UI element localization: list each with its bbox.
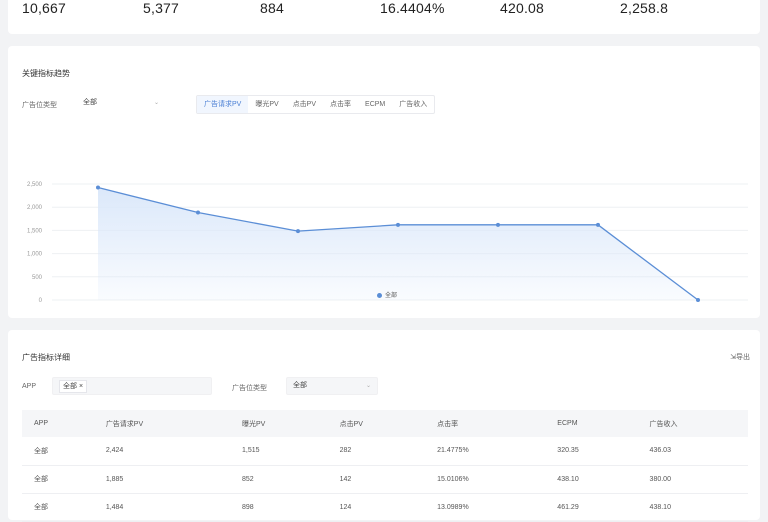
stat-value: 10,667 <box>22 0 67 16</box>
data-point[interactable] <box>196 210 200 215</box>
table-cell: 1,885 <box>93 465 231 494</box>
table-cell: 124 <box>327 493 426 522</box>
y-tick-label: 500 <box>32 275 43 281</box>
ad-type-label-2: 广告位类型 <box>232 385 267 392</box>
table-cell: 1,515 <box>230 437 328 466</box>
export-button[interactable]: ⇲导出 <box>730 352 750 362</box>
detail-title: 广告指标详细 <box>22 353 70 362</box>
table-cell: 全部 <box>22 493 94 522</box>
tab-metric[interactable]: 广告请求PV <box>197 96 249 113</box>
tab-metric[interactable]: ECPM <box>358 96 392 113</box>
table-cell: 全部 <box>22 437 94 466</box>
stat-value: 16.4404% <box>380 0 445 16</box>
stat-value: 420.08 <box>500 0 545 16</box>
column-header[interactable]: ECPM <box>545 410 638 437</box>
table-cell: 2,424 <box>93 437 231 466</box>
table-row[interactable]: 全部 1,484 898 124 13.0989% 461.29 438.10 <box>22 493 748 522</box>
legend-marker <box>377 292 382 298</box>
column-header[interactable]: 点击率 <box>425 410 546 437</box>
stat-value: 2,258.8 <box>620 0 669 16</box>
table-cell: 438.10 <box>637 493 748 522</box>
column-header[interactable]: 广告收入 <box>637 410 748 437</box>
ad-type-value-2: 全部 <box>293 382 307 389</box>
tab-metric[interactable]: 点击PV <box>286 96 323 113</box>
column-header[interactable]: 广告请求PV <box>93 410 231 437</box>
table-cell: 898 <box>230 493 328 522</box>
y-tick-label: 1,000 <box>27 252 43 258</box>
y-tick-label: 2,000 <box>27 205 43 211</box>
data-point[interactable] <box>396 222 400 227</box>
series-area <box>98 187 698 300</box>
table-cell: 全部 <box>22 465 94 494</box>
table-cell: 142 <box>327 465 426 494</box>
detail-card: 广告指标详细 ⇲导出 APP 全部 × 广告位类型 全部 ⌄ APP 广告请求PV 曝… <box>8 330 760 522</box>
table-cell: 461.29 <box>545 493 638 522</box>
table-cell: 282 <box>327 437 426 466</box>
table-cell: 21.4775% <box>425 437 546 466</box>
export-label: 导出 <box>736 354 750 361</box>
data-point[interactable] <box>96 185 100 190</box>
app-label: APP <box>22 383 37 390</box>
column-header[interactable]: APP <box>22 410 94 437</box>
table-cell: 15.0106% <box>425 465 546 494</box>
column-header[interactable]: 曝光PV <box>230 410 328 437</box>
trend-chart: 05001,0001,5002,0002,50011/0911/1011/111… <box>27 182 748 304</box>
table-cell: 1,484 <box>93 493 231 522</box>
app-select[interactable]: 全部 × <box>52 377 212 395</box>
stat-value: 5,377 <box>143 0 180 16</box>
detail-table: APP 广告请求PV 曝光PV 点击PV 点击率 ECPM 广告收入 全部 2,424 1,51… <box>22 410 748 522</box>
tab-metric[interactable]: 广告收入 <box>392 96 434 113</box>
table-row[interactable]: 全部 2,424 1,515 282 21.4775% 320.35 436.03 <box>22 437 748 466</box>
app-tag[interactable]: 全部 × <box>59 380 88 393</box>
ad-type-label: 广告位类型 <box>22 102 57 109</box>
chevron-down-icon: ⌄ <box>153 100 159 106</box>
data-point[interactable] <box>296 229 300 234</box>
table-header: APP 广告请求PV 曝光PV 点击PV 点击率 ECPM 广告收入 <box>22 410 748 437</box>
table-cell: 380.00 <box>637 465 748 494</box>
table-cell: 852 <box>230 465 328 494</box>
y-tick-label: 0 <box>39 298 43 304</box>
data-point[interactable] <box>696 298 700 302</box>
ad-type-value: 全部 <box>83 99 97 106</box>
y-tick-label: 1,500 <box>27 228 43 234</box>
data-point[interactable] <box>596 222 600 227</box>
ad-type-select-2[interactable]: 全部 ⌄ <box>286 377 378 395</box>
stat-value: 884 <box>260 0 284 16</box>
table-cell: 436.03 <box>637 437 748 466</box>
tab-metric[interactable]: 点击率 <box>323 96 358 113</box>
ad-type-select[interactable]: 全部 ⌄ <box>76 94 166 112</box>
legend-label: 全部 <box>385 293 398 299</box>
column-header[interactable]: 点击PV <box>327 410 426 437</box>
data-point[interactable] <box>496 222 500 227</box>
tab-metric[interactable]: 曝光PV <box>248 96 285 113</box>
trend-title: 关键指标趋势 <box>22 69 70 78</box>
table-row[interactable]: 全部 1,885 852 142 15.0106% 438.10 380.00 <box>22 465 748 494</box>
metric-tabs: 广告请求PV 曝光PV 点击PV 点击率 ECPM 广告收入 <box>196 95 436 114</box>
stats-bar: 10,667 5,377 884 16.4404% 420.08 2,258.8 <box>8 0 760 34</box>
chart-legend[interactable]: 全部 <box>377 290 397 299</box>
table-cell: 320.35 <box>545 437 638 466</box>
trend-card: 关键指标趋势 广告位类型 全部 ⌄ 广告请求PV 曝光PV 点击PV 点击率 ECPM 广… <box>8 46 760 318</box>
table-cell: 13.0989% <box>425 493 546 522</box>
table-cell: 438.10 <box>545 465 638 494</box>
y-tick-label: 2,500 <box>27 182 43 188</box>
chevron-down-icon: ⌄ <box>365 383 371 389</box>
